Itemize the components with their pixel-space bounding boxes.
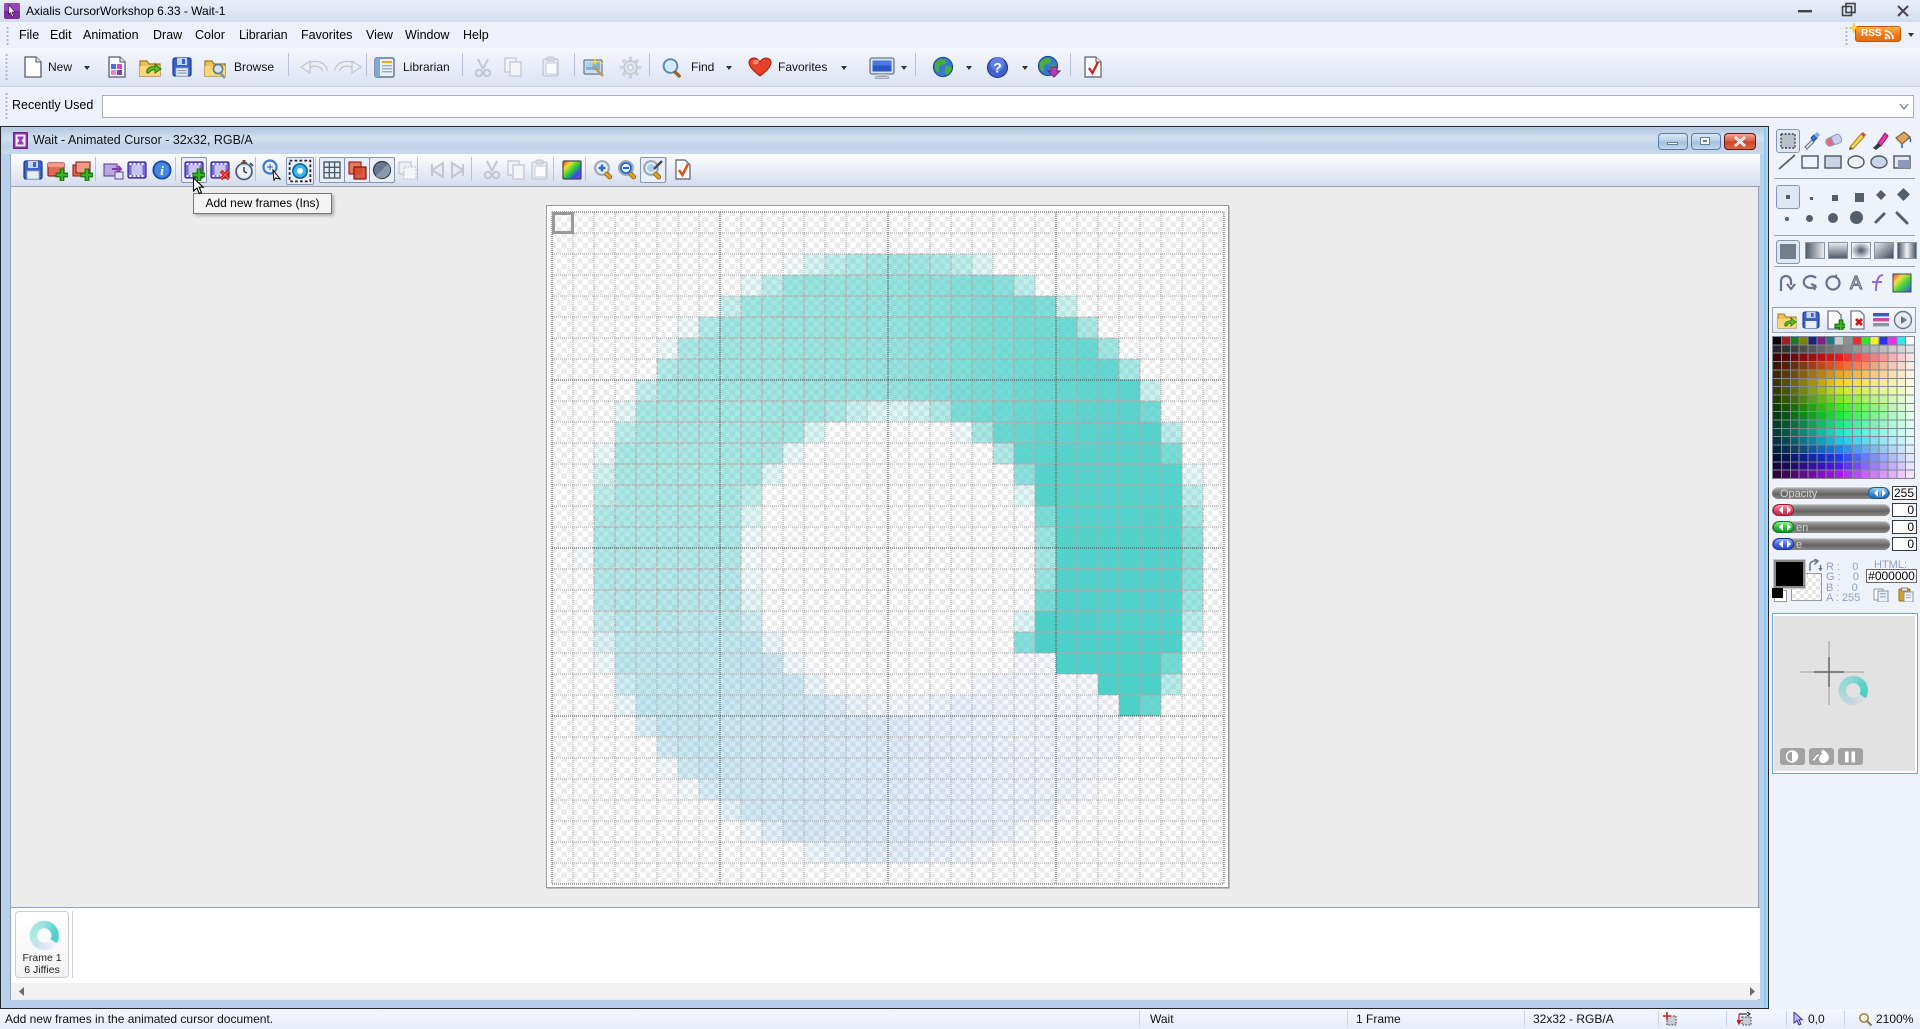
svg-text:?: ?: [993, 60, 1002, 76]
svg-text:i: i: [160, 163, 164, 178]
svg-text:A: A: [1850, 273, 1862, 293]
